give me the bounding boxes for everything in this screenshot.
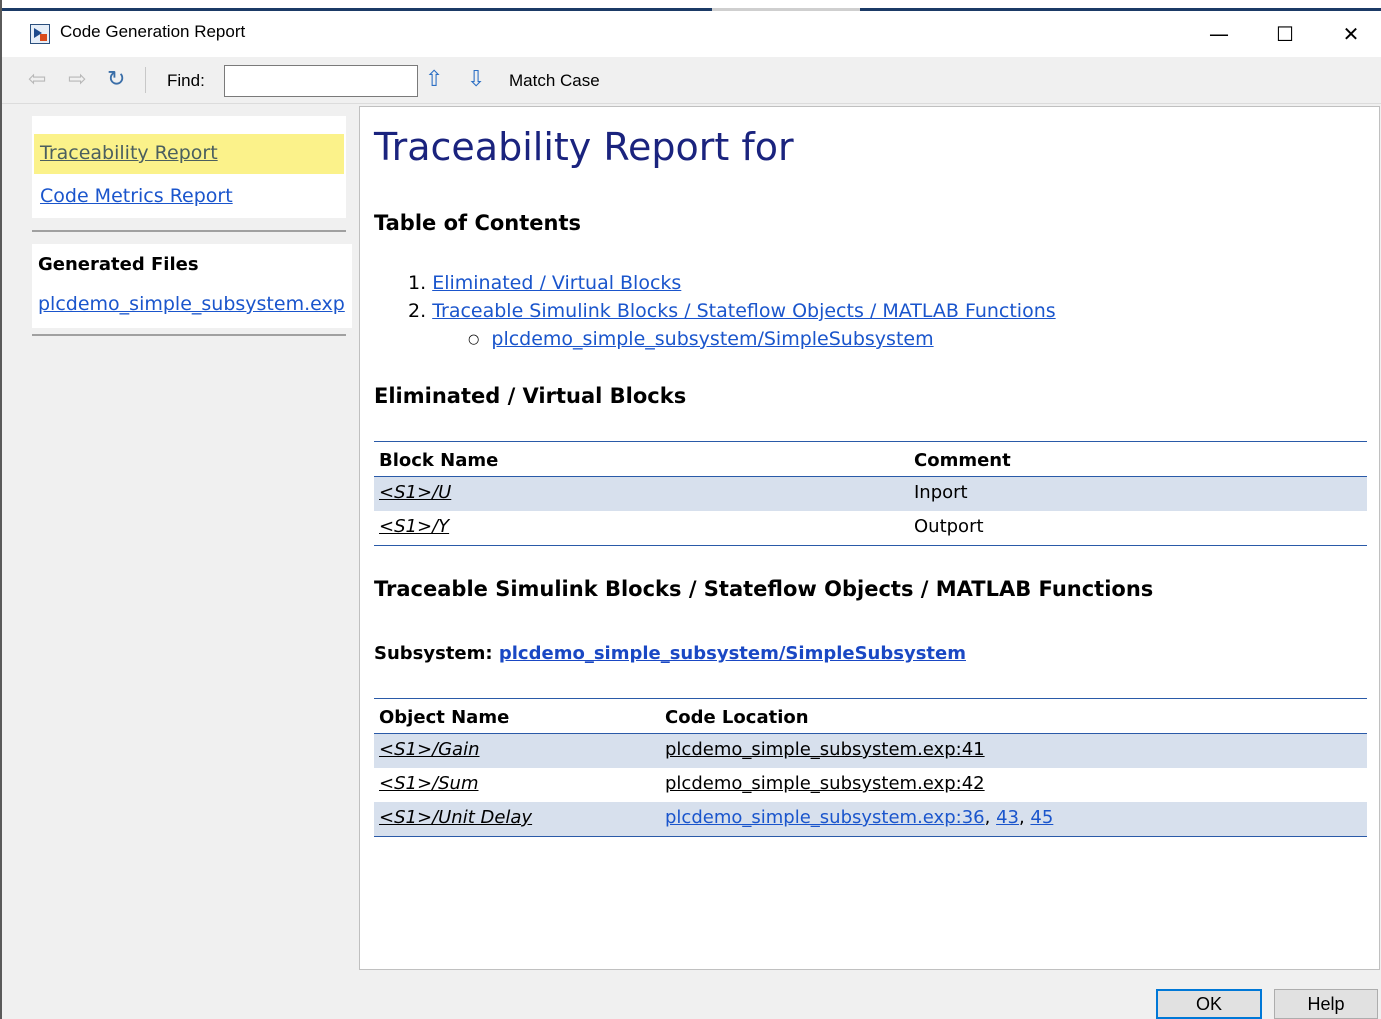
toc-number: 2.: [408, 300, 427, 322]
ok-button[interactable]: OK: [1156, 989, 1262, 1019]
minimize-button[interactable]: —: [1186, 11, 1252, 57]
find-label: Find:: [167, 71, 205, 90]
table-header-code-location: Code Location: [665, 707, 809, 728]
match-case-toggle[interactable]: Match Case: [509, 71, 600, 91]
toc-number: 1.: [408, 272, 427, 294]
toolbar: ⇦ ⇨ ↻ Find: ⇧ ⇩ Match Case: [2, 57, 1381, 104]
sidebar-divider: [32, 230, 346, 232]
toc-link-eliminated[interactable]: Eliminated / Virtual Blocks: [432, 272, 681, 294]
block-link[interactable]: <S1>/U: [379, 482, 451, 503]
object-link[interactable]: <S1>/Gain: [379, 739, 480, 760]
table-header-object-name: Object Name: [379, 707, 510, 728]
sidebar-divider: [32, 334, 346, 336]
report-nav: Traceability Report Code Metrics Report: [32, 116, 346, 218]
subsystem-label: Subsystem:: [374, 643, 493, 664]
table-header-comment: Comment: [914, 450, 1011, 471]
subsystem-link[interactable]: plcdemo_simple_subsystem/SimpleSubsystem: [499, 643, 966, 664]
generated-files-title: Generated Files: [38, 254, 199, 275]
page-title: Traceability Report for: [374, 125, 794, 169]
toc-heading: Table of Contents: [374, 211, 582, 235]
traceable-heading: Traceable Simulink Blocks / Stateflow Ob…: [374, 577, 1154, 601]
toc-item: 2. Traceable Simulink Blocks / Stateflow…: [408, 300, 1056, 322]
table-row: <S1>/U Inport: [374, 477, 1367, 511]
code-location-link[interactable]: 43: [996, 807, 1019, 828]
object-link[interactable]: <S1>/Unit Delay: [379, 807, 532, 828]
report-window: Code Generation Report — ☐ ✕ ⇦ ⇨ ↻ Find:…: [0, 0, 1381, 1019]
toolbar-separator: [145, 67, 146, 93]
table-rule: [374, 836, 1367, 837]
table-row: <S1>/Gain plcdemo_simple_subsystem.exp:4…: [374, 734, 1367, 768]
app-icon: [30, 24, 50, 44]
code-location-link[interactable]: 45: [1030, 807, 1053, 828]
toc-item: 1. Eliminated / Virtual Blocks: [408, 272, 681, 294]
bullet-icon: ○: [468, 332, 480, 347]
toc-sub-item: ○ plcdemo_simple_subsystem/SimpleSubsyst…: [468, 328, 934, 350]
refresh-icon[interactable]: ↻: [107, 69, 125, 91]
code-location-link[interactable]: plcdemo_simple_subsystem.exp:42: [665, 773, 985, 794]
report-content: Traceability Report for Table of Content…: [359, 106, 1380, 970]
generated-files-panel: Generated Files plcdemo_simple_subsystem…: [32, 244, 352, 328]
table-header-block-name: Block Name: [379, 450, 499, 471]
table-rule: [374, 441, 1367, 442]
down-arrow-icon[interactable]: ⇩: [467, 69, 485, 91]
eliminated-heading: Eliminated / Virtual Blocks: [374, 384, 687, 408]
nav-traceability-report[interactable]: Traceability Report: [40, 142, 218, 164]
code-location-link[interactable]: plcdemo_simple_subsystem.exp:41: [665, 739, 985, 760]
toc-link-traceable[interactable]: Traceable Simulink Blocks / Stateflow Ob…: [432, 300, 1055, 322]
block-link[interactable]: <S1>/Y: [379, 516, 449, 537]
find-input[interactable]: [224, 65, 418, 97]
maximize-button[interactable]: ☐: [1252, 11, 1318, 57]
window-title: Code Generation Report: [60, 22, 246, 41]
table-row: <S1>/Sum plcdemo_simple_subsystem.exp:42: [374, 768, 1367, 802]
forward-arrow-icon[interactable]: ⇨: [68, 69, 86, 91]
subsystem-line: Subsystem: plcdemo_simple_subsystem/Simp…: [374, 643, 966, 664]
block-comment: Inport: [914, 482, 968, 503]
toc-link-subsystem[interactable]: plcdemo_simple_subsystem/SimpleSubsystem: [491, 328, 933, 350]
table-row: <S1>/Y Outport: [374, 511, 1367, 545]
close-button[interactable]: ✕: [1318, 11, 1381, 57]
nav-code-metrics-report[interactable]: Code Metrics Report: [40, 185, 233, 207]
dialog-button-bar: OK Help: [2, 970, 1381, 1019]
table-rule: [374, 698, 1367, 699]
code-location-cell: plcdemo_simple_subsystem.exp:36, 43, 45: [665, 807, 1054, 828]
sidebar: Traceability Report Code Metrics Report …: [16, 106, 358, 970]
table-rule: [374, 545, 1367, 546]
block-comment: Outport: [914, 516, 984, 537]
up-arrow-icon[interactable]: ⇧: [425, 69, 443, 91]
code-location-link[interactable]: plcdemo_simple_subsystem.exp:36: [665, 807, 985, 828]
title-bar: Code Generation Report — ☐ ✕: [2, 11, 1381, 57]
generated-file-link[interactable]: plcdemo_simple_subsystem.exp: [38, 293, 345, 315]
table-row: <S1>/Unit Delay plcdemo_simple_subsystem…: [374, 802, 1367, 836]
help-button[interactable]: Help: [1274, 989, 1378, 1019]
top-strip: [2, 0, 1381, 11]
object-link[interactable]: <S1>/Sum: [379, 773, 478, 794]
back-arrow-icon[interactable]: ⇦: [28, 69, 46, 91]
